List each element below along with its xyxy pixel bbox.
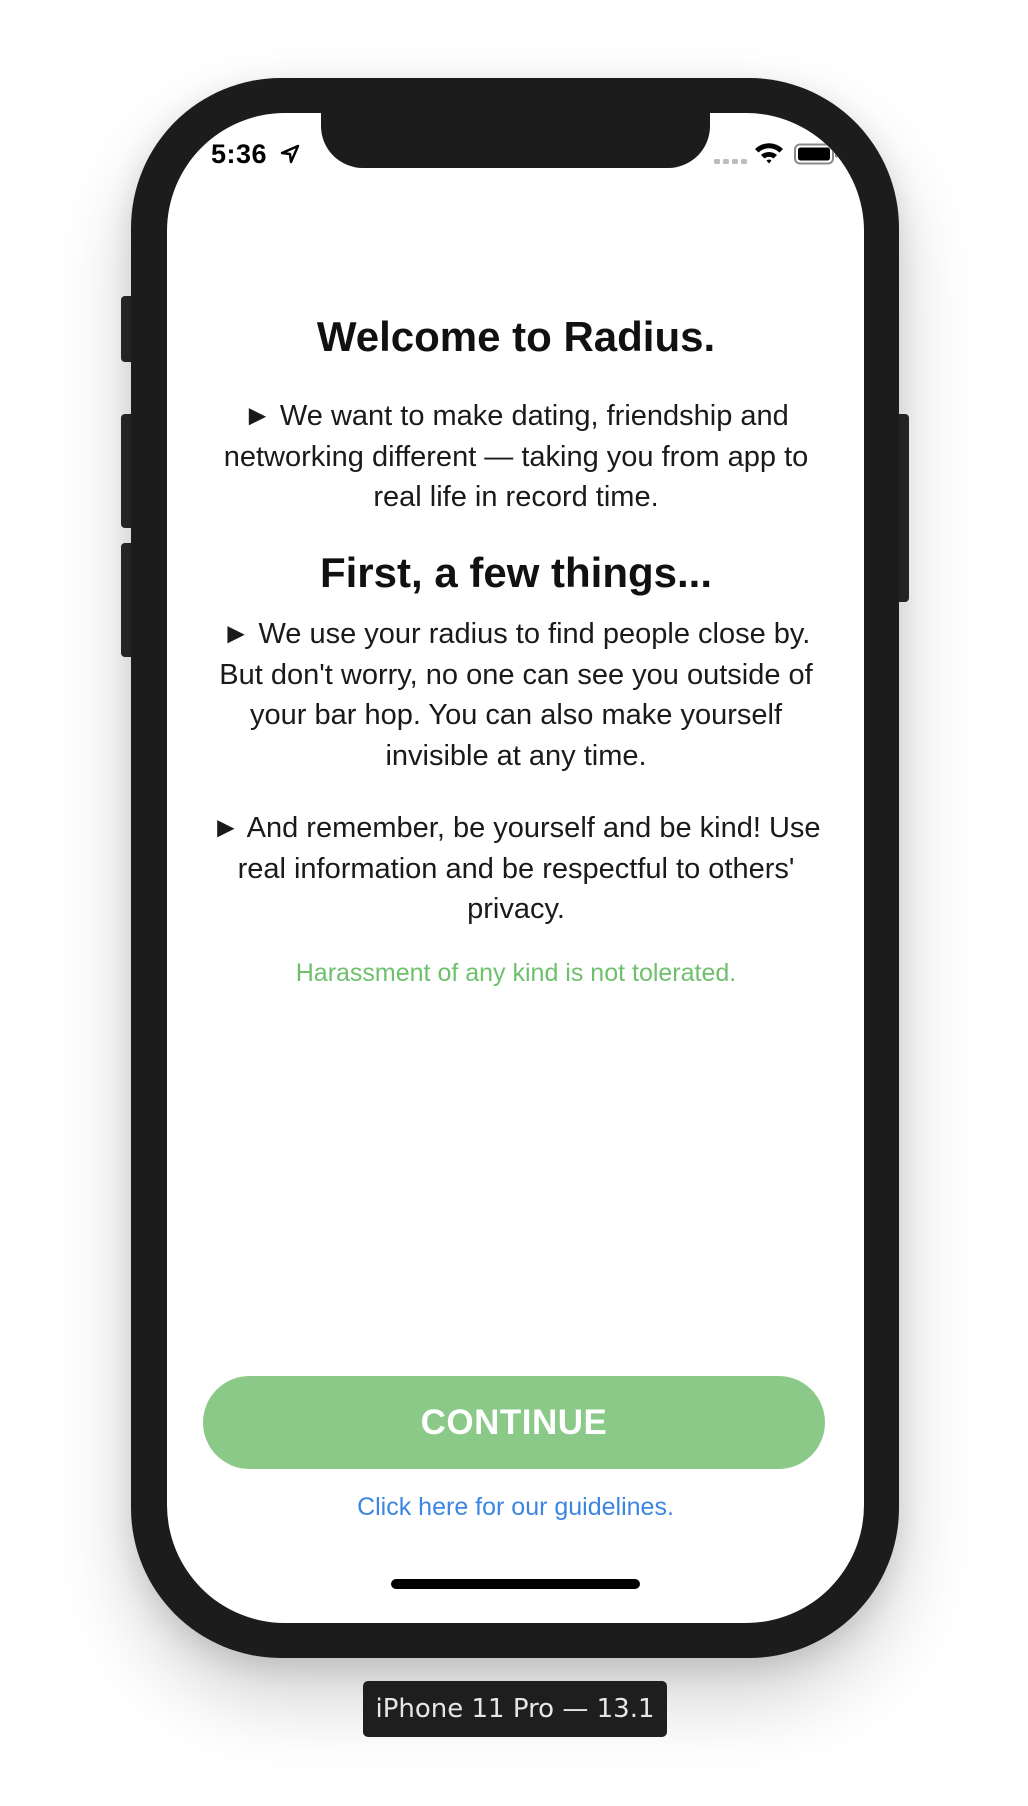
- guidelines-link[interactable]: Click here for our guidelines.: [167, 1493, 864, 1522]
- be-kind-text: ► And remember, be yourself and be kind!…: [211, 812, 821, 925]
- harassment-warning: Harassment of any kind is not tolerated.: [295, 959, 737, 987]
- simulator-device-label: iPhone 11 Pro — 13.1: [363, 1681, 667, 1737]
- cellular-signal-icon: [714, 159, 747, 164]
- intro-text: ► We want to make dating, friendship and…: [223, 400, 809, 513]
- wifi-icon: [755, 143, 783, 164]
- radius-info-text: ► We use your radius to find people clos…: [219, 618, 813, 772]
- phone-screen: 5:36 Welcome to Radius. ► We want to mak…: [167, 113, 864, 1623]
- simulator-stage: 5:36 Welcome to Radius. ► We want to mak…: [0, 0, 1028, 1806]
- location-arrow-icon: [280, 144, 300, 164]
- status-time: 5:36: [211, 139, 268, 169]
- continue-button[interactable]: CONTINUE: [203, 1376, 825, 1469]
- first-things-title: First, a few things...: [319, 549, 713, 596]
- iphone-frame: 5:36 Welcome to Radius. ► We want to mak…: [131, 78, 899, 1658]
- welcome-title: Welcome to Radius.: [316, 313, 716, 360]
- battery-icon: [794, 143, 838, 165]
- home-indicator[interactable]: [391, 1579, 640, 1589]
- camera-notch: [321, 113, 710, 168]
